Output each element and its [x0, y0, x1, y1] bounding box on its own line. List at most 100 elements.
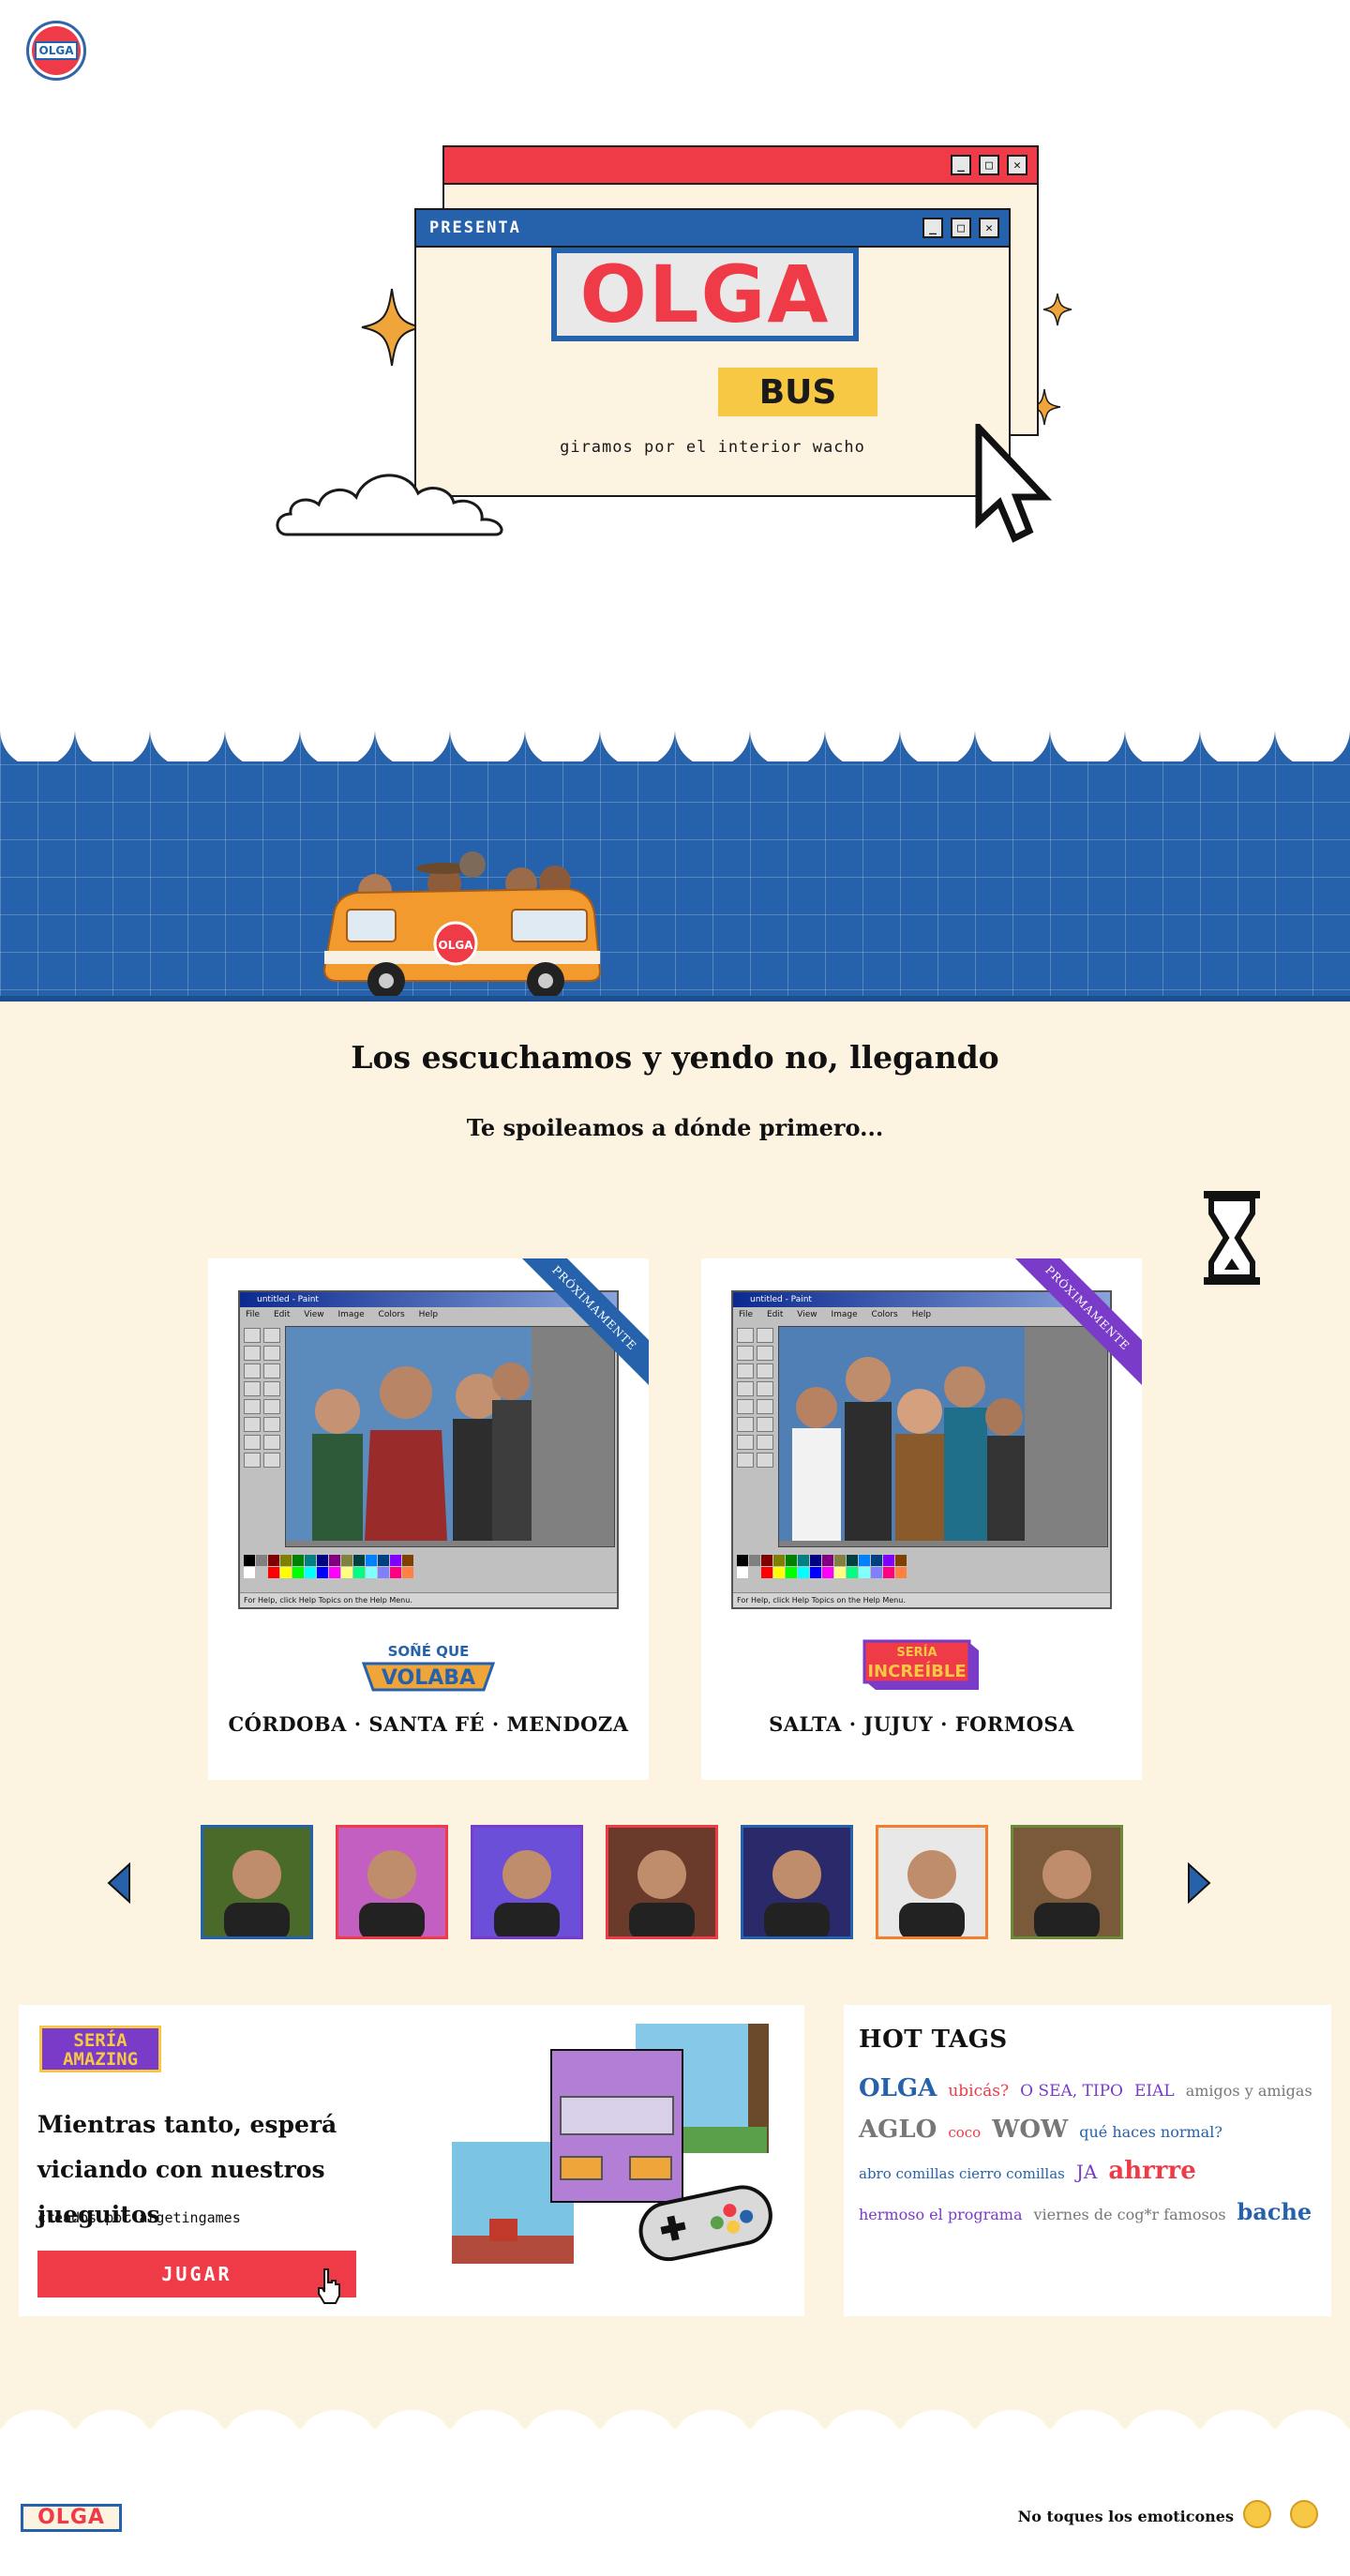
- hot-tag[interactable]: qué haces normal?: [1079, 2123, 1222, 2141]
- sparkle-icon: [1042, 293, 1072, 326]
- hot-tag[interactable]: coco: [948, 2124, 981, 2141]
- hot-tag[interactable]: bache: [1238, 2198, 1312, 2225]
- back-window-titlebar: _ □ ✕: [444, 147, 1037, 185]
- footer-olga-logo[interactable]: OLGA: [21, 2504, 122, 2532]
- paint-menu-help: Help: [911, 1310, 932, 1319]
- bus-banner: [0, 727, 1350, 1001]
- paint-menu-edit: Edit: [273, 1310, 291, 1319]
- bus-tag-text: BUS: [758, 372, 837, 412]
- hot-tags-title: HOT TAGS: [859, 2026, 1008, 2054]
- carousel-next-arrow-icon[interactable]: [1187, 1862, 1211, 1904]
- seria-amazing-badge: SERÍA AMAZING: [39, 2026, 161, 2072]
- hot-tag[interactable]: EIAL: [1134, 2082, 1175, 2101]
- tag-row: OLGA ubicás? O SEA, TIPO EIAL amigos y amiga…: [859, 2074, 1316, 2116]
- paint-menu: File Edit View Image Colors Help: [240, 1307, 617, 1322]
- paint-status: For Help, click Help Topics on the Help …: [240, 1592, 617, 1607]
- section-subtitle: Te spoileamos a dónde primero...: [466, 1114, 884, 1141]
- hero-section: OLGA _ □ ✕ PRESENTA _ □ ✕ OLGA BUS giram…: [0, 0, 1350, 727]
- footer: OLGA No toques los emoticones: [0, 2429, 1350, 2576]
- cloud-icon: [276, 474, 503, 536]
- hot-tag[interactable]: ubicás?: [948, 2082, 1009, 2101]
- minimize-icon[interactable]: _: [951, 155, 971, 175]
- paint-menu-colors: Colors: [871, 1310, 898, 1319]
- hot-tag[interactable]: WOW: [992, 2116, 1068, 2144]
- show-logo: SOÑÉ QUE VOLABA: [208, 1637, 649, 1694]
- paint-menu-image: Image: [831, 1310, 858, 1319]
- presenta-window: PRESENTA _ □ ✕ OLGA BUS giramos por el i…: [414, 208, 1011, 497]
- paint-menu-file: File: [246, 1310, 261, 1319]
- hot-tag[interactable]: O SEA, TIPO: [1020, 2082, 1123, 2101]
- maximize-icon[interactable]: □: [979, 155, 999, 175]
- hot-tag[interactable]: amigos y amigas: [1186, 2082, 1312, 2100]
- tag-row: AGLO coco WOW qué haces normal?: [859, 2116, 1316, 2157]
- paint-canvas: [778, 1326, 1108, 1547]
- hot-tag[interactable]: hermoso el programa: [859, 2206, 1023, 2223]
- paint-window: untitled - Paint File Edit View Image Co…: [238, 1290, 619, 1609]
- carousel-prev-arrow-icon[interactable]: [107, 1862, 131, 1904]
- emoji-thinking-icon[interactable]: [1243, 2500, 1271, 2528]
- badge-line2: AMAZING: [62, 2049, 139, 2070]
- cast-photo: [779, 1327, 1025, 1541]
- paint-palette: [244, 1555, 413, 1579]
- close-icon[interactable]: ✕: [979, 218, 999, 238]
- banner-bottom-edge: [0, 996, 1350, 1002]
- cast-thumbnail[interactable]: [876, 1825, 988, 1939]
- games-panel: SERÍA AMAZING Mientras tanto, esperá vic…: [19, 2005, 804, 2316]
- cast-thumbnail[interactable]: [336, 1825, 448, 1939]
- olga-logo-text: OLGA: [34, 41, 79, 60]
- games-collage: [452, 2024, 772, 2264]
- cast-photo: [286, 1327, 532, 1541]
- window-title: PRESENTA: [429, 218, 521, 237]
- tour-card[interactable]: untitled - Paint File Edit View Image Co…: [701, 1258, 1142, 1780]
- cast-thumbnail[interactable]: [1011, 1825, 1123, 1939]
- tour-cities: CÓRDOBA · SANTA FÉ · MENDOZA: [228, 1712, 629, 1736]
- olga-logo-badge[interactable]: OLGA: [26, 21, 86, 81]
- cast-thumbnail[interactable]: [741, 1825, 853, 1939]
- play-button[interactable]: JUGAR: [38, 2251, 356, 2297]
- show-logo: SERÍA INCREÍBLE: [701, 1637, 1142, 1694]
- cast-thumbnail[interactable]: [201, 1825, 313, 1939]
- paint-palette: [737, 1555, 907, 1579]
- badge-line1: SERÍA: [73, 2030, 128, 2051]
- show-logo-line1: SERÍA: [896, 1645, 937, 1660]
- maximize-icon[interactable]: □: [951, 218, 971, 238]
- paint-menu-view: View: [304, 1310, 324, 1319]
- emoji-surprised-icon[interactable]: [1290, 2500, 1318, 2528]
- tag-row: abro comillas cierro comillas JA ahrrre: [859, 2157, 1316, 2198]
- hot-tag[interactable]: viernes de cog*r famosos: [1034, 2206, 1226, 2223]
- svg-text:OLGA: OLGA: [439, 939, 474, 952]
- paint-window: untitled - Paint File Edit View Image Co…: [731, 1290, 1112, 1609]
- bus-tag: BUS: [718, 368, 878, 416]
- hot-tag[interactable]: JA: [1076, 2161, 1097, 2183]
- show-logo-line1: SOÑÉ QUE: [388, 1642, 470, 1660]
- show-logo-line2: INCREÍBLE: [867, 1661, 966, 1681]
- paint-toolbox: [737, 1328, 774, 1544]
- presenta-window-titlebar: PRESENTA _ □ ✕: [416, 210, 1009, 248]
- paint-menu-image: Image: [338, 1310, 365, 1319]
- footer-text: No toques los emoticones: [1017, 2508, 1234, 2525]
- show-logo-line2: VOLABA: [382, 1666, 475, 1690]
- minimize-icon[interactable]: _: [922, 218, 943, 238]
- olga-bus-illustration: OLGA: [322, 851, 602, 1000]
- hot-tag[interactable]: OLGA: [859, 2074, 937, 2102]
- hot-tag[interactable]: abro comillas cierro comillas: [859, 2165, 1065, 2182]
- cast-thumbnail[interactable]: [471, 1825, 583, 1939]
- hot-tag[interactable]: ahrrre: [1108, 2157, 1195, 2185]
- section-title: Los escuchamos y yendo no, llegando: [351, 1039, 999, 1076]
- seria-increible-logo: SERÍA INCREÍBLE: [862, 1639, 979, 1690]
- scallop-divider: [0, 705, 1350, 761]
- tour-cities: SALTA · JUJUY · FORMOSA: [769, 1712, 1074, 1736]
- hand-cursor-icon: [318, 2268, 340, 2304]
- paint-menu-help: Help: [418, 1310, 439, 1319]
- sone-que-volaba-logo: SOÑÉ QUE VOLABA: [361, 1642, 496, 1692]
- olga-bus-logo: OLGA: [551, 248, 859, 341]
- cast-thumbnail[interactable]: [606, 1825, 718, 1939]
- hot-tags-panel: HOT TAGS OLGA ubicás? O SEA, TIPO EIAL amigo…: [844, 2005, 1331, 2316]
- hot-tag[interactable]: AGLO: [859, 2116, 937, 2144]
- tag-row: hermoso el programa viernes de cog*r famo…: [859, 2198, 1316, 2239]
- paint-menu-edit: Edit: [766, 1310, 784, 1319]
- paint-menu: File Edit View Image Colors Help: [733, 1307, 1110, 1322]
- close-icon[interactable]: ✕: [1007, 155, 1028, 175]
- tour-card[interactable]: untitled - Paint File Edit View Image Co…: [208, 1258, 649, 1780]
- paint-toolbox: [244, 1328, 281, 1544]
